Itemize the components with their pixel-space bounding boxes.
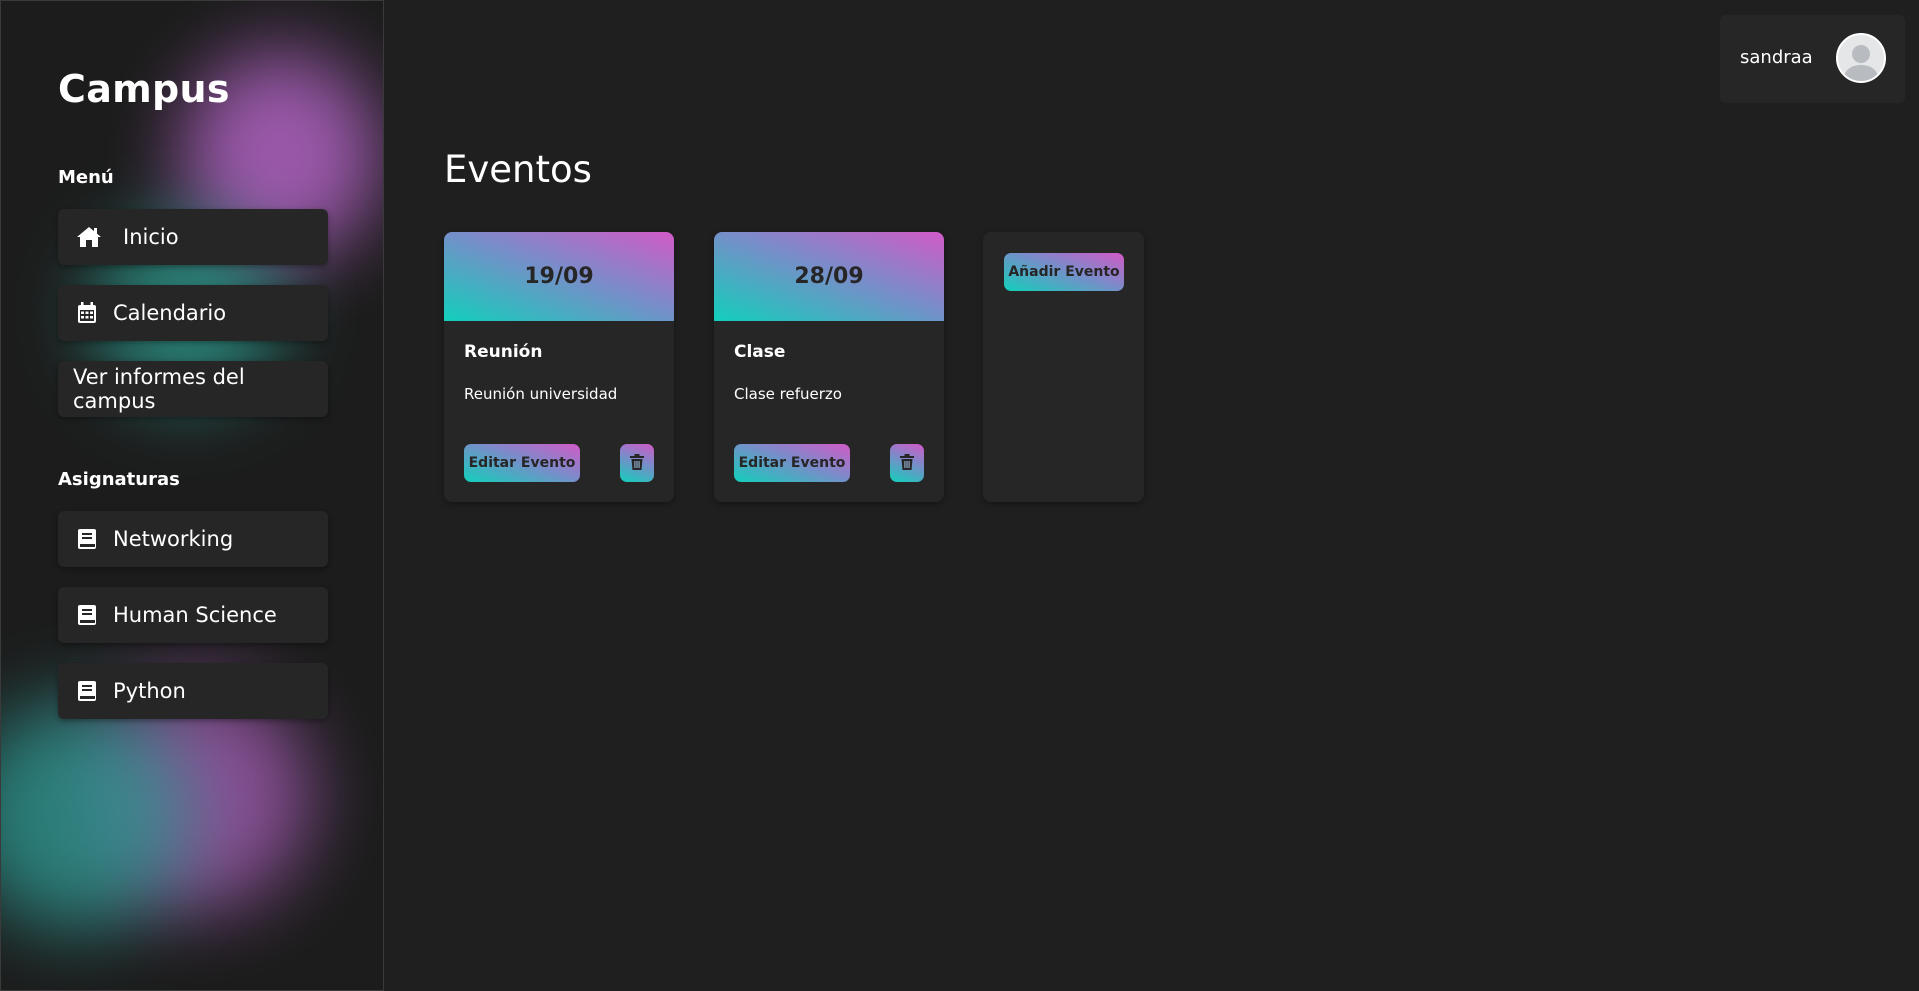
sidebar-item-label: Calendario [113, 301, 227, 325]
trash-icon [900, 453, 914, 473]
user-avatar-icon[interactable] [1836, 33, 1886, 83]
event-date: 28/09 [714, 232, 944, 321]
edit-event-button[interactable]: Editar Evento [734, 444, 850, 482]
sidebar-item-label: Inicio [123, 225, 179, 249]
book-icon [75, 603, 99, 627]
home-icon [75, 225, 103, 249]
book-icon [75, 679, 99, 703]
subjects-section-title: Asignaturas [58, 469, 180, 490]
user-menu[interactable]: sandraa [1720, 15, 1905, 103]
event-card: 19/09 Reunión Reunión universidad Editar… [444, 232, 674, 502]
calendar-icon [75, 301, 99, 325]
sidebar-item-label: Networking [113, 527, 234, 551]
add-event-card: Añadir Evento [983, 232, 1144, 502]
book-icon [75, 527, 99, 551]
sidebar-item-inicio[interactable]: Inicio [58, 209, 328, 265]
event-description: Reunión universidad [464, 385, 618, 403]
add-event-button[interactable]: Añadir Evento [1004, 253, 1124, 291]
event-card: 28/09 Clase Clase refuerzo Editar Evento [714, 232, 944, 502]
sidebar-item-calendario[interactable]: Calendario [58, 285, 328, 341]
delete-event-button[interactable] [620, 444, 654, 482]
event-description: Clase refuerzo [734, 385, 842, 403]
trash-icon [630, 453, 644, 473]
sidebar-item-networking[interactable]: Networking [58, 511, 328, 567]
edit-event-button[interactable]: Editar Evento [464, 444, 580, 482]
sidebar-item-label: Human Science [113, 603, 277, 627]
event-title: Reunión [464, 342, 543, 362]
sidebar-item-label: Ver informes del campus [73, 365, 245, 413]
app-title: Campus [58, 67, 230, 111]
sidebar-item-label: Python [113, 679, 186, 703]
username: sandraa [1740, 47, 1813, 68]
page-title: Eventos [444, 148, 592, 191]
sidebar-item-python[interactable]: Python [58, 663, 328, 719]
sidebar-item-human-science[interactable]: Human Science [58, 587, 328, 643]
sidebar-item-informes[interactable]: Ver informes del campus [58, 361, 328, 417]
sidebar: Campus Menú Inicio Calendario Ver inform… [0, 0, 384, 991]
event-date: 19/09 [444, 232, 674, 321]
menu-section-title: Menú [58, 167, 114, 188]
event-title: Clase [734, 342, 786, 362]
delete-event-button[interactable] [890, 444, 924, 482]
